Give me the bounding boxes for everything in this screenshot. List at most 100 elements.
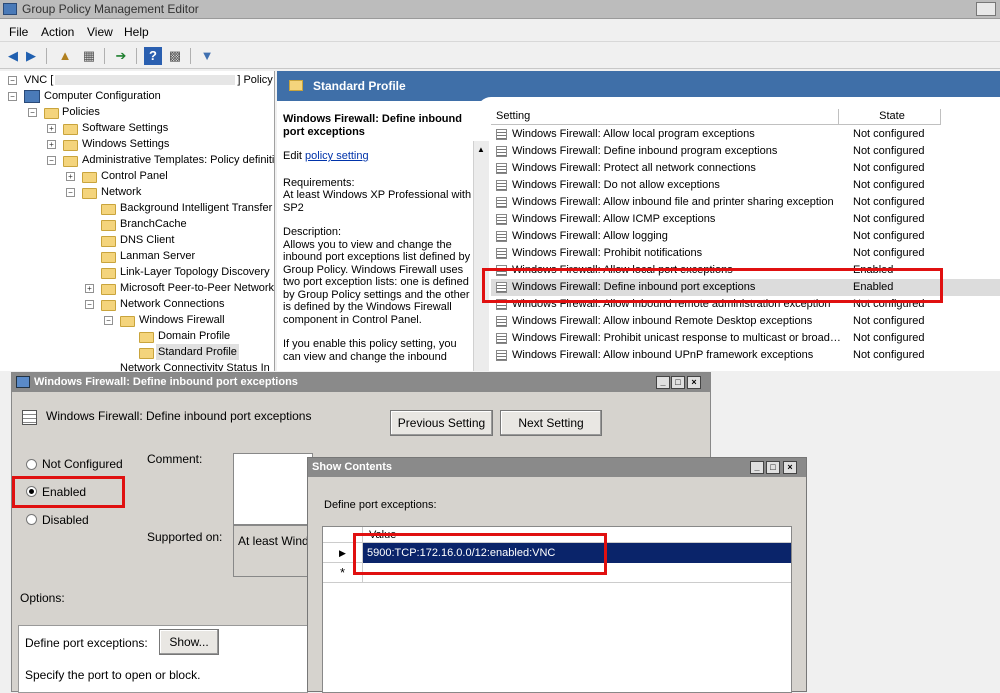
show-hide-tree-icon[interactable]: ▦ <box>80 47 98 65</box>
desc-title: Windows Firewall: Define inbound port ex… <box>283 113 462 138</box>
menu-help[interactable]: Help <box>124 25 149 39</box>
tree-bits[interactable]: Background Intelligent Transfer <box>120 200 272 216</box>
policy-setting-icon <box>496 248 507 259</box>
back-arrow-icon[interactable]: ◀ <box>4 47 22 65</box>
tree-p2p[interactable]: Microsoft Peer-to-Peer Network <box>120 280 274 296</box>
export-list-icon[interactable]: ➔ <box>112 47 130 65</box>
minimize-button[interactable]: _ <box>656 376 670 389</box>
folder-icon <box>289 80 303 91</box>
tree-domain-profile[interactable]: Domain Profile <box>158 328 230 344</box>
setting-state: Not configured <box>853 247 925 259</box>
description-scrollbar[interactable]: ▲ <box>473 141 489 371</box>
col-state[interactable]: State <box>839 109 941 125</box>
expand-icon[interactable]: + <box>85 284 94 293</box>
options-label: Options: <box>20 591 65 605</box>
policy-setting-icon <box>496 214 507 225</box>
tree-branchcache[interactable]: BranchCache <box>120 216 187 232</box>
setting-row[interactable]: Windows Firewall: Prohibit notifications… <box>491 245 1000 262</box>
next-setting-button[interactable]: Next Setting <box>500 410 602 436</box>
setting-row[interactable]: Windows Firewall: Allow inbound Remote D… <box>491 313 1000 330</box>
show-contents-titlebar: Show Contents _ □ × <box>308 458 806 477</box>
setting-state: Not configured <box>853 179 925 191</box>
policy-setting-icon <box>496 146 507 157</box>
radio-not-configured[interactable] <box>26 459 37 470</box>
collapse-icon[interactable]: − <box>104 316 113 325</box>
show-button[interactable]: Show... <box>159 629 219 655</box>
setting-row[interactable]: Windows Firewall: Prohibit unicast respo… <box>491 330 1000 347</box>
expand-icon[interactable]: + <box>47 124 56 133</box>
filter-icon[interactable]: ▼ <box>198 47 216 65</box>
show-contents-prompt: Define port exceptions: <box>324 499 437 511</box>
policy-setting-icon <box>496 129 507 140</box>
window-title: Group Policy Management Editor <box>22 2 199 16</box>
tree-computer-configuration[interactable]: Computer Configuration <box>44 88 161 104</box>
settings-list: Setting State Windows Firewall: Allow lo… <box>491 109 1000 371</box>
tree-ncsi[interactable]: Network Connectivity Status In <box>120 360 270 371</box>
folder-icon <box>63 156 78 167</box>
maximize-button[interactable]: □ <box>766 461 780 474</box>
collapse-icon[interactable]: − <box>47 156 56 165</box>
setting-name: Windows Firewall: Protect all network co… <box>512 162 756 174</box>
collapse-icon[interactable]: − <box>8 76 17 85</box>
setting-state: Not configured <box>853 162 925 174</box>
setting-row[interactable]: Windows Firewall: Define inbound program… <box>491 143 1000 160</box>
menu-file[interactable]: File <box>9 25 28 39</box>
expand-icon[interactable]: + <box>66 172 75 181</box>
setting-name: Windows Firewall: Allow logging <box>512 230 668 242</box>
folder-icon <box>101 236 116 247</box>
setting-row[interactable]: Windows Firewall: Allow inbound UPnP fra… <box>491 347 1000 364</box>
tree-control-panel[interactable]: Control Panel <box>101 168 168 184</box>
tree-standard-profile[interactable]: Standard Profile <box>156 344 239 360</box>
previous-setting-button[interactable]: Previous Setting <box>390 410 493 436</box>
edit-policy-link[interactable]: policy setting <box>305 150 369 162</box>
setting-row[interactable]: Windows Firewall: Do not allow exception… <box>491 177 1000 194</box>
policy-setting-icon <box>496 350 507 361</box>
menu-view[interactable]: View <box>87 25 113 39</box>
setting-row[interactable]: Windows Firewall: Allow local program ex… <box>491 126 1000 143</box>
setting-state: Not configured <box>853 332 925 344</box>
label-not-configured: Not Configured <box>42 457 123 471</box>
tree-network-connections[interactable]: Network Connections <box>120 296 225 312</box>
tree-lanman-server[interactable]: Lanman Server <box>120 248 195 264</box>
tree-network[interactable]: Network <box>101 184 141 200</box>
details-pane: Standard Profile Windows Firewall: Defin… <box>277 71 1000 371</box>
col-setting[interactable]: Setting <box>491 109 839 125</box>
setting-state: Not configured <box>853 230 925 242</box>
forward-arrow-icon[interactable]: ▶ <box>22 47 40 65</box>
help-icon[interactable]: ? <box>144 47 162 65</box>
menu-action[interactable]: Action <box>41 25 74 39</box>
comment-field[interactable] <box>233 453 313 525</box>
setting-name: Windows Firewall: Prohibit unicast respo… <box>512 332 841 344</box>
folder-icon <box>101 220 116 231</box>
tree-lltd[interactable]: Link-Layer Topology Discovery <box>120 264 270 280</box>
maximize-button[interactable]: □ <box>671 376 685 389</box>
tree-software-settings[interactable]: Software Settings <box>82 120 168 136</box>
tree-dns-client[interactable]: DNS Client <box>120 232 174 248</box>
tree-administrative-templates[interactable]: Administrative Templates: Policy definit… <box>82 152 274 168</box>
tree-pane: − VNC [] Policy − Computer Configuration… <box>0 71 275 371</box>
close-button[interactable]: × <box>687 376 701 389</box>
properties-icon[interactable]: ▩ <box>166 47 184 65</box>
collapse-icon[interactable]: − <box>28 108 37 117</box>
tree-windows-settings[interactable]: Windows Settings <box>82 136 169 152</box>
tree-root[interactable]: VNC [] Policy <box>24 72 273 88</box>
collapse-icon[interactable]: − <box>85 300 94 309</box>
setting-state: Not configured <box>853 213 925 225</box>
setting-row[interactable]: Windows Firewall: Allow inbound file and… <box>491 194 1000 211</box>
setting-name: Windows Firewall: Define inbound program… <box>512 145 778 157</box>
expand-icon[interactable]: + <box>47 140 56 149</box>
close-button[interactable]: × <box>783 461 797 474</box>
setting-row[interactable]: Windows Firewall: Allow logging Not confi… <box>491 228 1000 245</box>
radio-disabled[interactable] <box>26 514 37 525</box>
collapse-icon[interactable]: − <box>66 188 75 197</box>
minimize-button[interactable]: _ <box>750 461 764 474</box>
up-folder-icon[interactable]: ▲ <box>56 47 74 65</box>
tree-windows-firewall[interactable]: Windows Firewall <box>139 312 225 328</box>
minimize-button[interactable] <box>976 2 996 16</box>
collapse-icon[interactable]: − <box>8 92 17 101</box>
setting-row[interactable]: Windows Firewall: Protect all network co… <box>491 160 1000 177</box>
folder-icon <box>101 252 116 263</box>
tree-policies[interactable]: Policies <box>62 104 100 120</box>
folder-icon <box>63 124 78 135</box>
setting-row[interactable]: Windows Firewall: Allow ICMP exceptions N… <box>491 211 1000 228</box>
